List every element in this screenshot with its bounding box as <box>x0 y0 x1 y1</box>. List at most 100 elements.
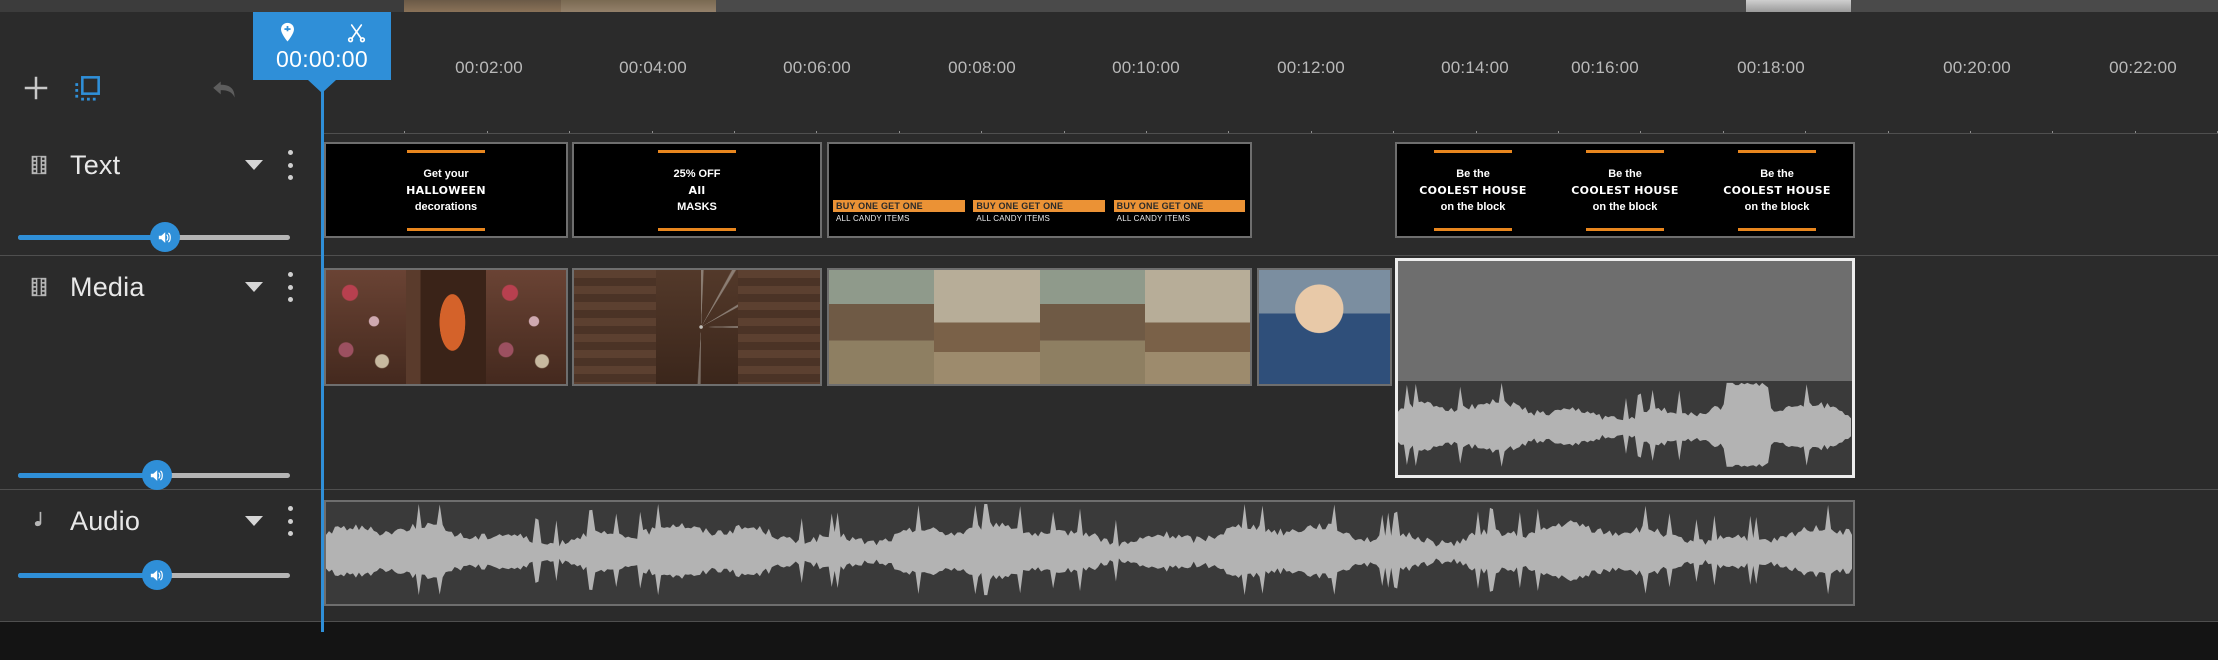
text-clip-preview: 25% OFFAllMASKS <box>574 144 820 236</box>
text-clip[interactable]: BUY ONE GET ONEALL CANDY ITEMSBUY ONE GE… <box>827 142 1252 238</box>
preview-strip-left <box>0 0 404 12</box>
media-clip[interactable] <box>1395 258 1855 478</box>
track-volume-slider[interactable] <box>18 222 290 252</box>
volume-slider-handle[interactable] <box>142 460 172 490</box>
media-thumbnail <box>1739 261 1853 379</box>
track-header-text[interactable]: Text <box>0 134 322 256</box>
text-line-2: COOLEST HOUSE <box>1723 184 1830 197</box>
media-clip-audio-waveform <box>1398 381 1852 475</box>
text-line-1: 25% OFF <box>673 168 720 180</box>
timeline-ruler[interactable]: 00:02:0000:04:0000:06:0000:08:0000:10:00… <box>322 12 2218 134</box>
media-thumbnail <box>934 270 1039 384</box>
text-line-1: Be the <box>1608 168 1642 180</box>
text-line-3: MASKS <box>677 201 717 213</box>
decor-rule-top <box>1586 150 1664 153</box>
text-slide: 25% OFFAllMASKS <box>574 144 820 236</box>
chevron-down-icon <box>244 515 264 527</box>
text-line-1: Get your <box>423 168 468 180</box>
preview-strip-mid <box>716 0 2218 12</box>
playhead-line <box>321 12 324 632</box>
media-thumbnail <box>1040 270 1145 384</box>
media-thumbnail <box>656 270 738 384</box>
track-volume-slider[interactable] <box>18 460 290 490</box>
track-name-label: Audio <box>70 506 140 537</box>
track-collapse-chevron[interactable] <box>244 514 264 532</box>
track-header-audio[interactable]: Audio <box>0 490 322 622</box>
text-line-3: on the block <box>1593 201 1658 213</box>
decor-rule-top <box>1738 150 1816 153</box>
decor-rule-bottom <box>1738 228 1816 231</box>
media-clip[interactable] <box>324 268 568 386</box>
track-header-row: Text <box>0 134 322 196</box>
track-header-media[interactable]: Media <box>0 256 322 490</box>
volume-slider-fill <box>18 573 157 578</box>
text-slide: BUY ONE GET ONEALL CANDY ITEMS <box>1110 144 1250 236</box>
media-thumbnail <box>829 270 934 384</box>
text-slide: Be theCOOLEST HOUSEon the block <box>1397 144 1549 236</box>
media-clip[interactable] <box>827 268 1252 386</box>
lane-text[interactable]: Get yourHALLOWEENdecorations25% OFFAllMA… <box>322 134 2218 256</box>
media-clip[interactable] <box>572 268 822 386</box>
banner-subline: ALL CANDY ITEMS <box>1114 214 1246 223</box>
text-slide: Get yourHALLOWEENdecorations <box>326 144 566 236</box>
volume-slider-fill <box>18 235 165 240</box>
track-lanes: Get yourHALLOWEENdecorations25% OFFAllMA… <box>322 134 2218 622</box>
map-pin-plus-icon[interactable] <box>277 22 298 43</box>
decor-rule-top <box>1434 150 1512 153</box>
undo-button[interactable] <box>205 70 245 108</box>
playhead-pointer <box>308 80 336 93</box>
speaker-icon <box>148 567 165 584</box>
media-clip[interactable] <box>1257 268 1392 386</box>
banner-headline: BUY ONE GET ONE <box>973 200 1105 212</box>
banner-headline: BUY ONE GET ONE <box>833 200 965 212</box>
speaker-icon <box>156 229 173 246</box>
track-header-row: Media <box>0 256 322 318</box>
lane-media[interactable] <box>322 256 2218 490</box>
add-track-button[interactable] <box>14 66 58 110</box>
text-slide: BUY ONE GET ONEALL CANDY ITEMS <box>829 144 969 236</box>
chevron-down-icon <box>244 281 264 293</box>
track-options-button[interactable] <box>278 272 302 302</box>
track-options-button[interactable] <box>278 506 302 536</box>
video-timeline-editor: 00:02:0000:04:0000:06:0000:08:0000:10:00… <box>0 0 2218 660</box>
multi-select-button[interactable] <box>66 68 108 110</box>
media-thumbnail <box>1259 270 1390 384</box>
media-thumbnail <box>1512 261 1626 379</box>
text-clip-preview: Get yourHALLOWEENdecorations <box>326 144 566 236</box>
scissors-icon[interactable] <box>346 22 367 43</box>
track-collapse-chevron[interactable] <box>244 280 264 298</box>
text-clip[interactable]: Get yourHALLOWEENdecorations <box>324 142 568 238</box>
media-thumbnail <box>574 270 656 384</box>
media-thumbnail <box>326 270 406 384</box>
ruler-tick-label: 00:16:00 <box>1571 58 1639 78</box>
decor-rule-top <box>658 150 736 153</box>
audio-waveform-graphic <box>326 502 1853 604</box>
text-slide: Be the COOLEST HOUSE on the block <box>1549 144 1701 236</box>
track-volume-slider[interactable] <box>18 560 290 590</box>
film-strip-icon <box>22 275 56 299</box>
ruler-tick-label: 00:20:00 <box>1943 58 2011 78</box>
volume-slider-fill <box>18 473 157 478</box>
track-headers: Text Media Audio <box>0 134 322 622</box>
text-line-2: COOLEST HOUSE <box>1571 184 1678 197</box>
text-line-3: on the block <box>1441 201 1506 213</box>
media-thumbnail <box>1398 261 1512 379</box>
track-name-label: Media <box>70 272 145 303</box>
speaker-icon <box>148 467 165 484</box>
volume-slider-handle[interactable] <box>150 222 180 252</box>
media-thumbnail-strip <box>326 270 566 384</box>
text-clip[interactable]: Be the COOLEST HOUSE on the block Be the COO… <box>1395 142 1855 238</box>
audio-clip[interactable] <box>324 500 1855 606</box>
text-line-3: on the block <box>1745 201 1810 213</box>
text-line-2: HALLOWEEN <box>406 184 486 197</box>
volume-slider-handle[interactable] <box>142 560 172 590</box>
text-line-1: Be the <box>1760 168 1794 180</box>
playhead-handle[interactable]: 00:00:00 <box>253 12 391 80</box>
decor-rule-top <box>407 150 485 153</box>
lane-audio[interactable] <box>322 490 2218 622</box>
track-collapse-chevron[interactable] <box>244 158 264 176</box>
text-line-2: COOLEST HOUSE <box>1419 184 1526 197</box>
track-options-button[interactable] <box>278 150 302 180</box>
preview-thumb-1 <box>404 0 561 12</box>
text-clip[interactable]: 25% OFFAllMASKS <box>572 142 822 238</box>
